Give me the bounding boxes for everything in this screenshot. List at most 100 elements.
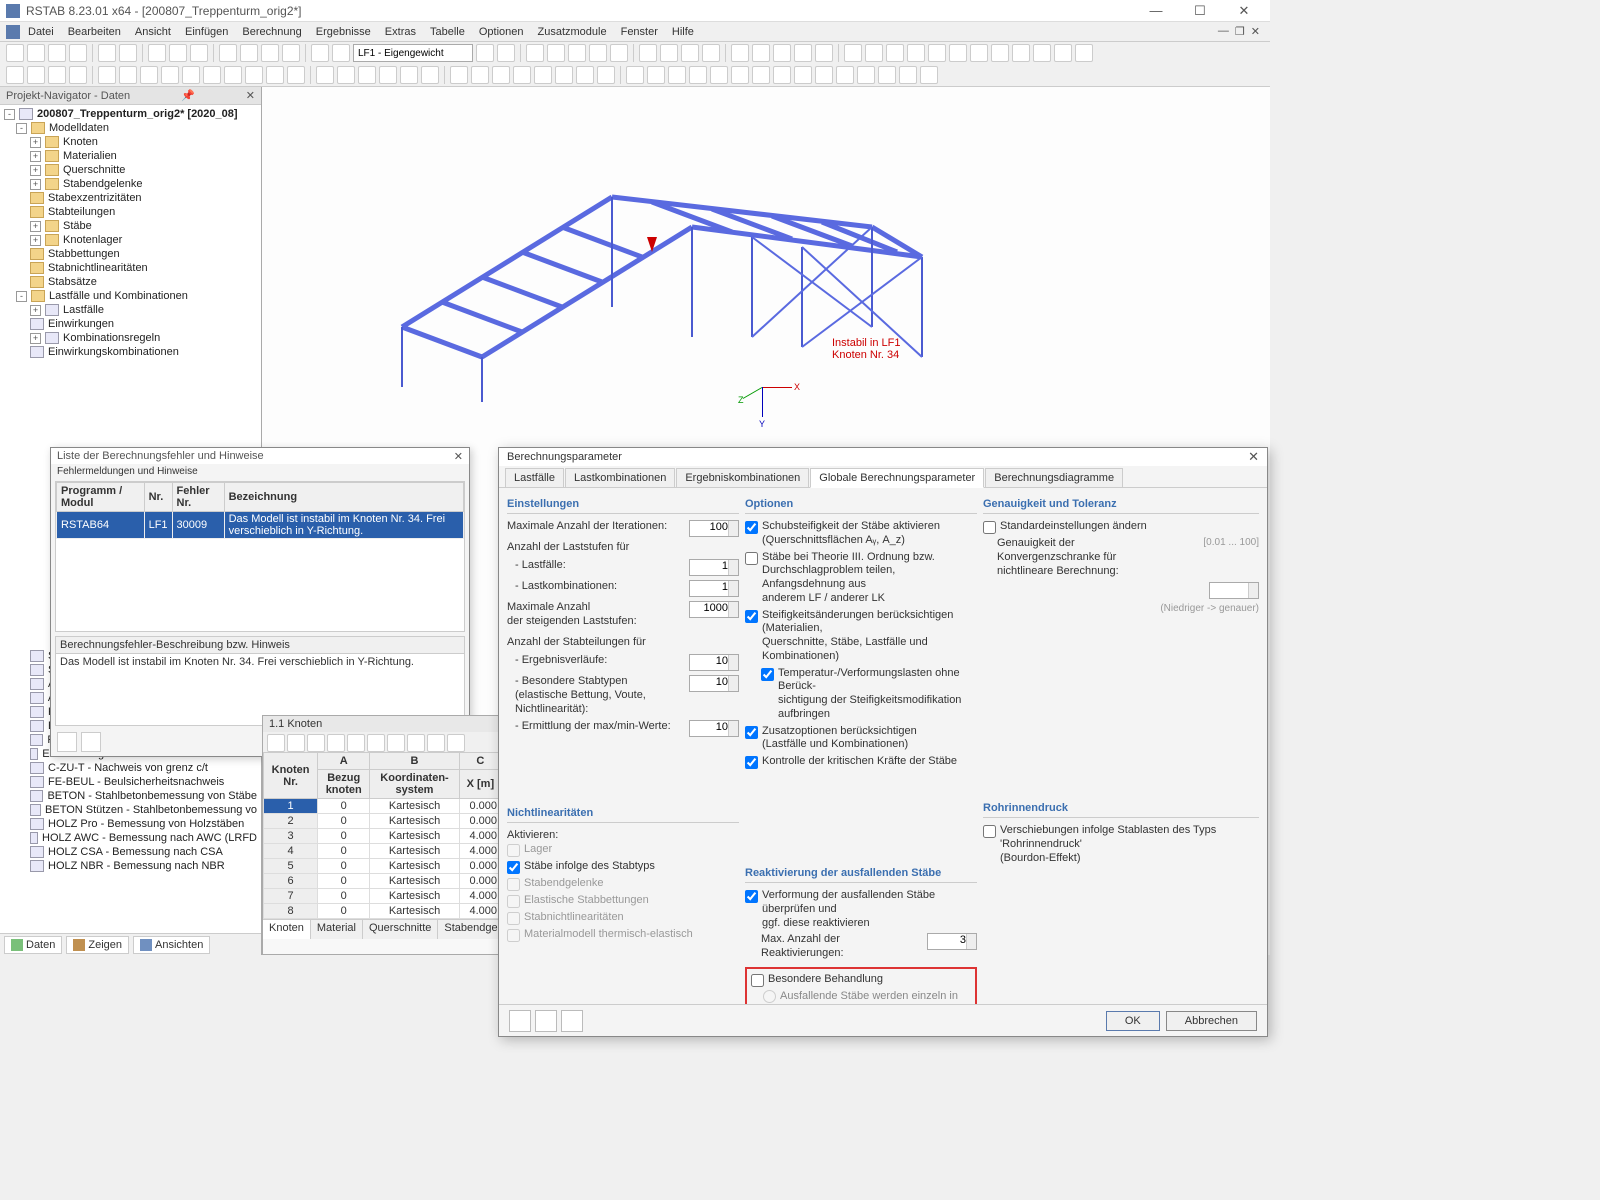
mdi-close[interactable]: ✕ <box>1251 25 1260 38</box>
tree-staebe[interactable]: +Stäbe <box>2 219 259 233</box>
menu-datei[interactable]: Datei <box>22 24 60 40</box>
tool-copy[interactable] <box>169 44 187 62</box>
t2-a[interactable] <box>6 66 24 84</box>
tool-i[interactable] <box>568 44 586 62</box>
tree-stabexz[interactable]: Stabexzentrizitäten <box>2 191 259 205</box>
tool-next[interactable] <box>332 44 350 62</box>
tree-knotenlager[interactable]: +Knotenlager <box>2 233 259 247</box>
tree-einwkomb[interactable]: Einwirkungskombinationen <box>2 345 259 359</box>
tab-globale[interactable]: Globale Berechnungsparameter <box>810 468 984 488</box>
t2-v[interactable] <box>471 66 489 84</box>
menu-bearbeiten[interactable]: Bearbeiten <box>62 24 127 40</box>
chk-reakt-verform[interactable] <box>745 890 758 903</box>
t2-o[interactable] <box>316 66 334 84</box>
tree-root[interactable]: -200807_Treppenturm_orig2* [2020_08] <box>2 107 259 121</box>
errlist-titlebar[interactable]: Liste der Berechnungsfehler und Hinweise… <box>51 448 469 464</box>
chk-steifaend[interactable] <box>745 610 758 623</box>
t2-k[interactable] <box>224 66 242 84</box>
t2-aj[interactable] <box>773 66 791 84</box>
menu-ergebnisse[interactable]: Ergebnisse <box>310 24 377 40</box>
tool-v[interactable] <box>865 44 883 62</box>
tool-prev[interactable] <box>311 44 329 62</box>
knoten-row[interactable]: 60Kartesisch0.000 <box>264 874 502 889</box>
t2-d[interactable] <box>69 66 87 84</box>
maximize-button[interactable]: ☐ <box>1186 2 1214 20</box>
t2-g[interactable] <box>140 66 158 84</box>
spin-reakt[interactable]: 3 <box>927 933 977 950</box>
kt-c[interactable] <box>307 734 325 752</box>
t2-ai[interactable] <box>752 66 770 84</box>
kt-b[interactable] <box>287 734 305 752</box>
menu-fenster[interactable]: Fenster <box>615 24 664 40</box>
tool-j[interactable] <box>589 44 607 62</box>
tool-q[interactable] <box>752 44 770 62</box>
t2-c[interactable] <box>48 66 66 84</box>
tool-aa[interactable] <box>970 44 988 62</box>
knoten-row[interactable]: 20Kartesisch0.000 <box>264 814 502 829</box>
errlist-row[interactable]: RSTAB64LF130009Das Modell ist instabil i… <box>57 512 464 539</box>
tool-r[interactable] <box>773 44 791 62</box>
t2-l[interactable] <box>245 66 263 84</box>
tool-f[interactable] <box>497 44 515 62</box>
mdi-restore[interactable]: ❐ <box>1235 25 1245 38</box>
tool-open[interactable] <box>27 44 45 62</box>
tree-stabendgelenke[interactable]: +Stabendgelenke <box>2 177 259 191</box>
cancel-button[interactable]: Abbrechen <box>1166 1011 1257 1031</box>
tool-b[interactable] <box>240 44 258 62</box>
kt-i[interactable] <box>427 734 445 752</box>
tree-kombregeln[interactable]: +Kombinationsregeln <box>2 331 259 345</box>
t2-af[interactable] <box>689 66 707 84</box>
dlg-default-icon[interactable] <box>535 1010 557 1032</box>
tool-e[interactable] <box>476 44 494 62</box>
tool-redo[interactable] <box>119 44 137 62</box>
t2-y[interactable] <box>534 66 552 84</box>
tree-materialien[interactable]: +Materialien <box>2 149 259 163</box>
tool-ad[interactable] <box>1033 44 1051 62</box>
tool-s[interactable] <box>794 44 812 62</box>
tool-n[interactable] <box>681 44 699 62</box>
tool-l[interactable] <box>639 44 657 62</box>
errlist-table[interactable]: Programm / ModulNr.Fehler Nr.Bezeichnung… <box>55 481 465 632</box>
kt-g[interactable] <box>387 734 405 752</box>
tree-einwirkungen[interactable]: Einwirkungen <box>2 317 259 331</box>
t2-x[interactable] <box>513 66 531 84</box>
tool-z[interactable] <box>949 44 967 62</box>
spin-ergebnis[interactable]: 10 <box>689 654 739 671</box>
tool-m[interactable] <box>660 44 678 62</box>
tree-stabnichtlin[interactable]: Stabnichtlinearitäten <box>2 261 259 275</box>
chk-rohrinnendruck[interactable] <box>983 825 996 838</box>
navigator-close-icon[interactable]: ✕ <box>246 89 255 102</box>
tree-stabsaetze[interactable]: Stabsätze <box>2 275 259 289</box>
mdi-minimize[interactable]: — <box>1218 25 1229 38</box>
tool-a[interactable] <box>219 44 237 62</box>
tool-x[interactable] <box>907 44 925 62</box>
mod-14[interactable]: HOLZ CSA - Bemessung nach CSA <box>2 845 259 859</box>
chk-schubsteif[interactable] <box>745 521 758 534</box>
t2-ak[interactable] <box>794 66 812 84</box>
tree-modelldaten[interactable]: -Modelldaten <box>2 121 259 135</box>
t2-h[interactable] <box>161 66 179 84</box>
t2-u[interactable] <box>450 66 468 84</box>
t2-ac[interactable] <box>626 66 644 84</box>
ktab-material[interactable]: Material <box>311 920 363 939</box>
tool-c[interactable] <box>261 44 279 62</box>
spin-lastkomb[interactable]: 1 <box>689 580 739 597</box>
ktab-knoten[interactable]: Knoten <box>263 920 311 939</box>
t2-r[interactable] <box>379 66 397 84</box>
mod-15[interactable]: HOLZ NBR - Bemessung nach NBR <box>2 859 259 873</box>
chk-besondere[interactable] <box>751 974 764 987</box>
kt-f[interactable] <box>367 734 385 752</box>
tool-cut[interactable] <box>148 44 166 62</box>
errlist-help-icon[interactable] <box>57 732 77 752</box>
t2-t[interactable] <box>421 66 439 84</box>
menu-einfuegen[interactable]: Einfügen <box>179 24 234 40</box>
menu-tabelle[interactable]: Tabelle <box>424 24 471 40</box>
tree-lf[interactable]: +Lastfälle <box>2 303 259 317</box>
t2-ao[interactable] <box>878 66 896 84</box>
dlg-help-icon[interactable] <box>509 1010 531 1032</box>
ok-button[interactable]: OK <box>1106 1011 1160 1031</box>
app-menu-icon[interactable] <box>6 25 20 39</box>
tool-u[interactable] <box>844 44 862 62</box>
tool-ae[interactable] <box>1054 44 1072 62</box>
t2-j[interactable] <box>203 66 221 84</box>
